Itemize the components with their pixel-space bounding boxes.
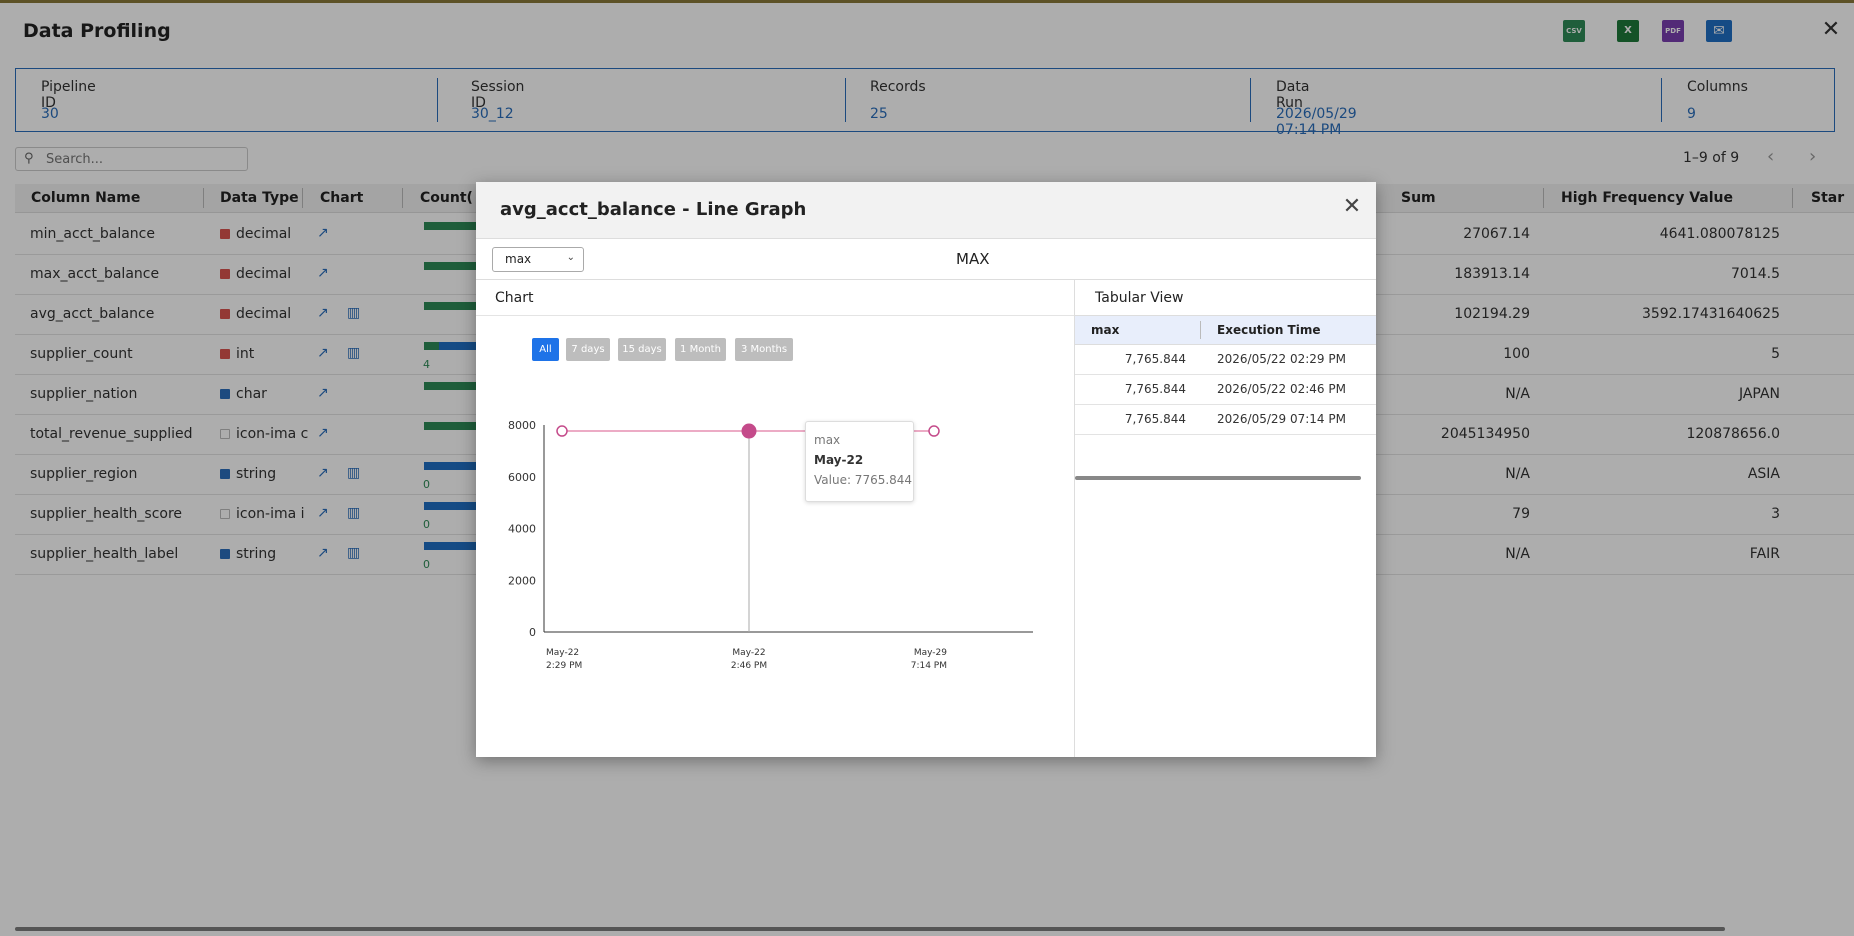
tabular-row: 7,765.844 2026/05/22 02:46 PM xyxy=(1075,374,1376,405)
metric-select-value: max xyxy=(505,252,532,266)
tabular-max-value: 7,765.844 xyxy=(1124,412,1186,426)
modal-header: avg_acct_balance - Line Graph ✕ xyxy=(476,182,1376,239)
x-tick-label: May-22 xyxy=(546,648,579,658)
y-tick-label: 4000 xyxy=(508,523,536,536)
line-chart: 0 2000 4000 6000 8000 May-22 2:29 PM May-22 2:46… xyxy=(508,419,1033,671)
data-point xyxy=(556,425,568,437)
y-tick-label: 2000 xyxy=(508,574,536,587)
tabular-max-value: 7,765.844 xyxy=(1124,352,1186,366)
tabular-row: 7,765.844 2026/05/29 07:14 PM xyxy=(1075,404,1376,435)
chevron-down-icon: ⌄ xyxy=(566,252,575,263)
y-tick-label: 8000 xyxy=(508,419,536,432)
col-separator xyxy=(1200,321,1201,339)
modal-close-icon[interactable]: ✕ xyxy=(1340,194,1364,219)
tabular-panel: Tabular View max Execution Time 7,765.84… xyxy=(1075,280,1376,757)
modal-title: avg_acct_balance - Line Graph xyxy=(500,199,807,220)
x-tick-label: 2:46 PM xyxy=(731,661,767,671)
tabular-execution-time: 2026/05/22 02:46 PM xyxy=(1217,382,1346,396)
tabular-col-execution-time[interactable]: Execution Time xyxy=(1217,323,1321,337)
tabular-col-max[interactable]: max xyxy=(1091,323,1119,337)
tabular-execution-time: 2026/05/22 02:29 PM xyxy=(1217,352,1346,366)
tabular-execution-time: 2026/05/29 07:14 PM xyxy=(1217,412,1346,426)
x-tick-label: May-22 xyxy=(732,648,765,658)
tabular-header: max Execution Time xyxy=(1075,315,1376,345)
metric-label: MAX xyxy=(956,250,990,268)
tooltip-value: Value: 7765.844 xyxy=(814,473,913,487)
chart-panel: Chart All 7 days 15 days 1 Month 3 Month… xyxy=(476,280,1075,757)
metric-select[interactable]: max ⌄ xyxy=(492,247,584,272)
x-tick-label: May-29 xyxy=(914,648,947,658)
tabular-panel-title: Tabular View xyxy=(1095,290,1184,306)
tabular-row: 7,765.844 2026/05/22 02:29 PM xyxy=(1075,344,1376,375)
x-tick-label: 2:29 PM xyxy=(546,661,582,671)
tooltip-series: max xyxy=(814,433,841,447)
horizontal-scrollbar[interactable] xyxy=(15,927,1725,931)
data-point xyxy=(928,425,940,437)
data-point-highlighted xyxy=(741,423,757,439)
x-tick-label: 7:14 PM xyxy=(911,661,947,671)
y-tick-label: 0 xyxy=(529,626,536,639)
chart-tooltip: max May-22 Value: 7765.844 xyxy=(805,421,914,502)
line-graph-modal: avg_acct_balance - Line Graph ✕ max ⌄ MA… xyxy=(476,182,1376,757)
tooltip-x: May-22 xyxy=(814,453,864,467)
tabular-scrollbar[interactable] xyxy=(1075,476,1361,480)
tabular-max-value: 7,765.844 xyxy=(1124,382,1186,396)
y-tick-label: 6000 xyxy=(508,471,536,484)
